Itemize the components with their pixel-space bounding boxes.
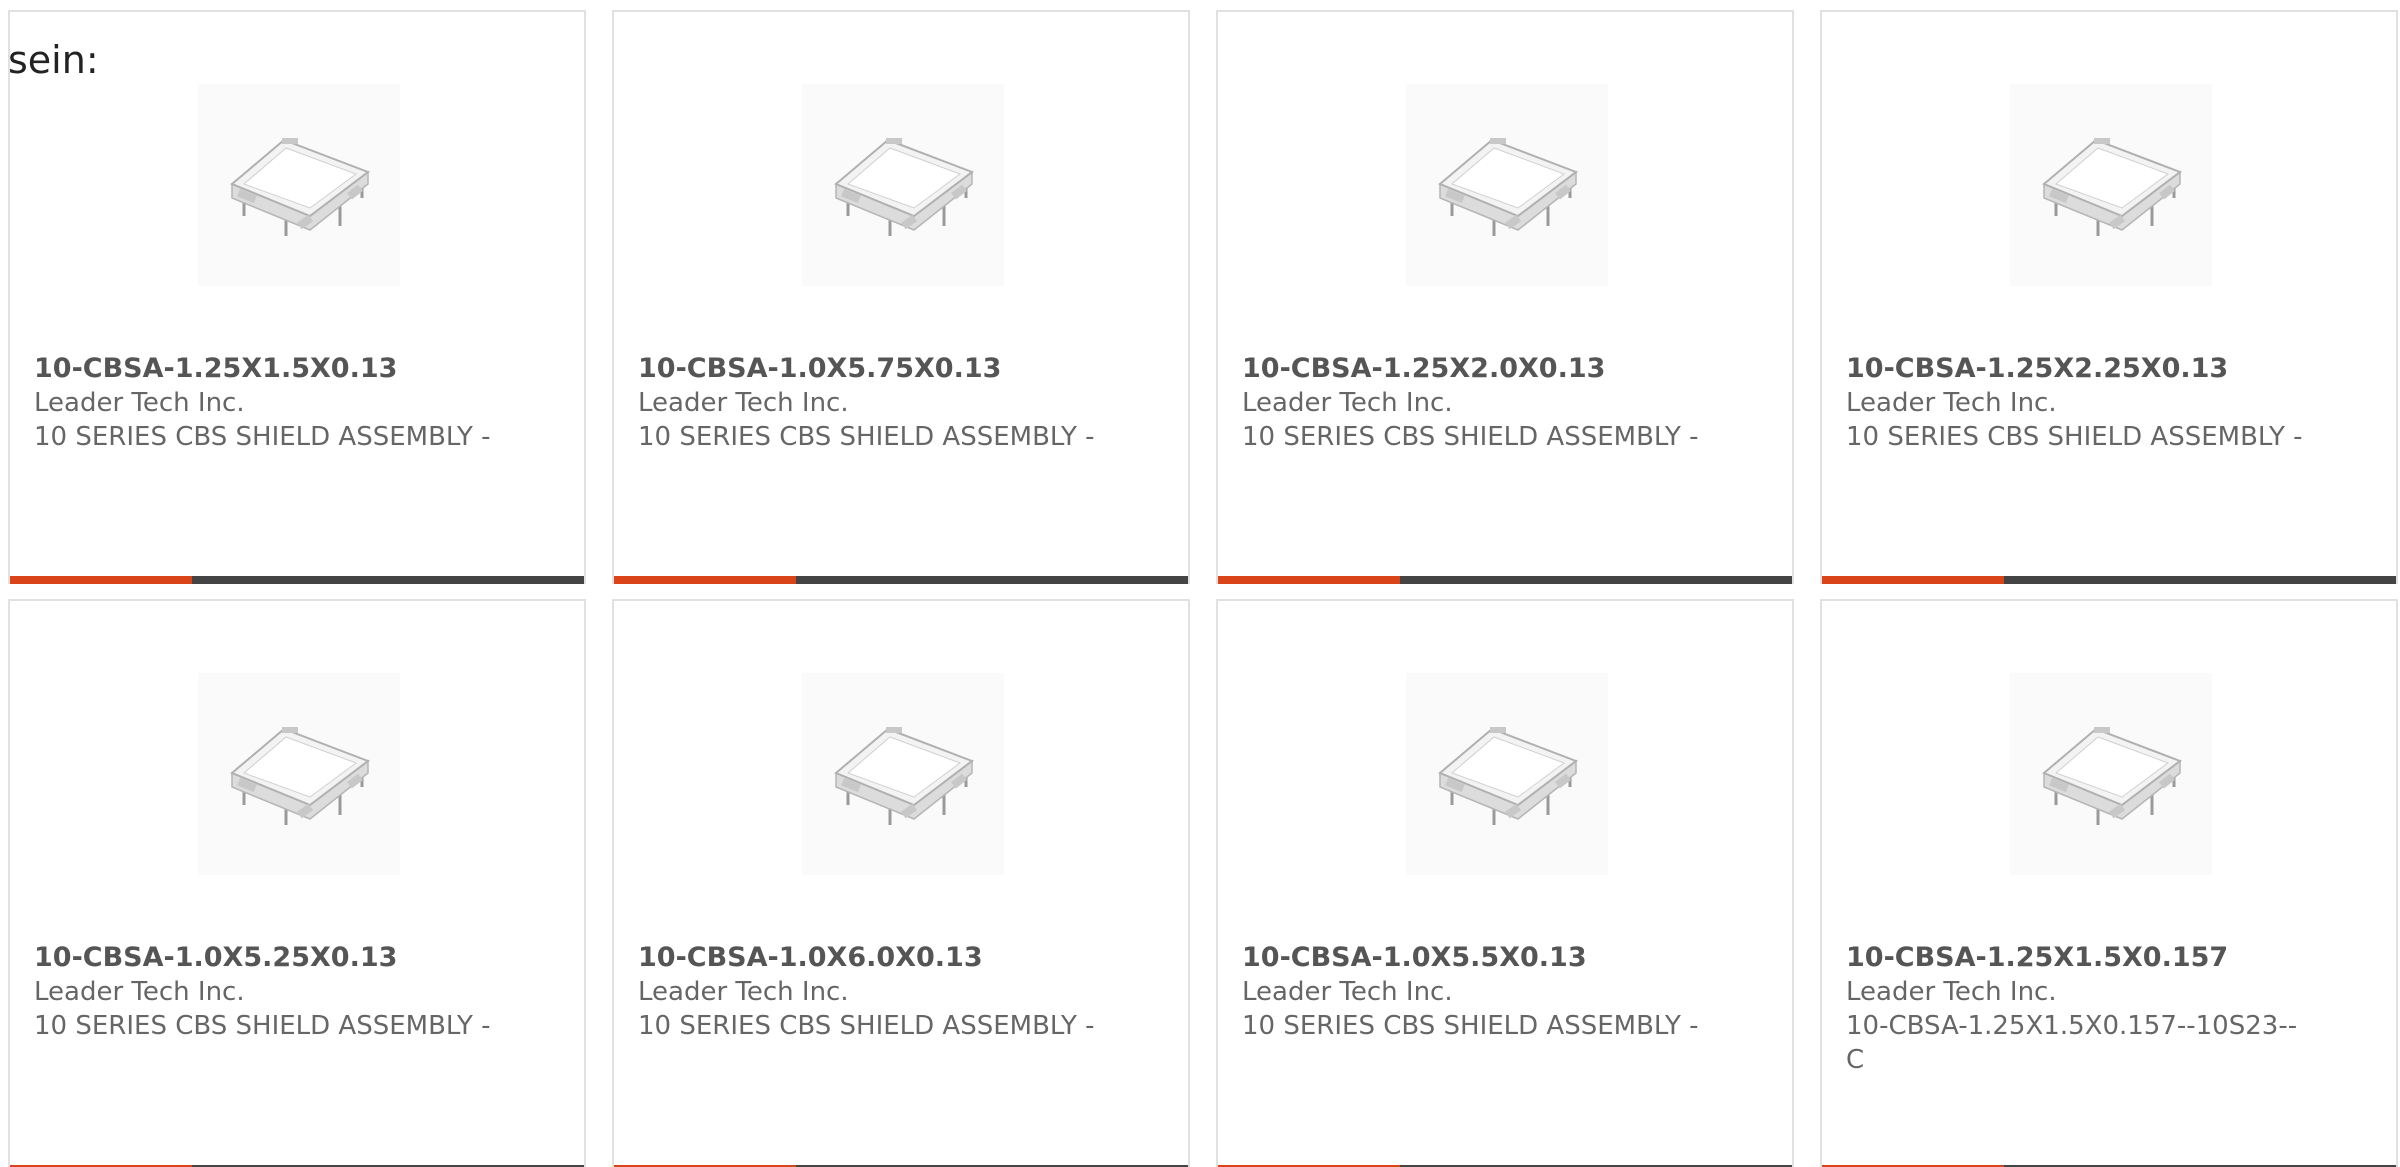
- manufacturer-name: Leader Tech Inc.: [1846, 388, 2057, 418]
- product-card[interactable]: 10-CBSA-1.0X6.0X0.13 Leader Tech Inc. 10…: [612, 599, 1190, 1167]
- accent-segment: [10, 576, 192, 584]
- product-description: 10 SERIES CBS SHIELD ASSEMBLY -: [34, 422, 491, 452]
- manufacturer-name: Leader Tech Inc.: [638, 977, 849, 1007]
- dark-segment: [796, 576, 1188, 584]
- intro-text: sein:: [8, 38, 99, 82]
- manufacturer-name: Leader Tech Inc.: [1242, 388, 1453, 418]
- accent-segment: [1822, 576, 2004, 584]
- product-card[interactable]: 10-CBSA-1.25X1.5X0.13 Leader Tech Inc. 1…: [8, 10, 586, 584]
- shield-can-icon[interactable]: [1406, 84, 1608, 286]
- shield-can-icon[interactable]: [198, 84, 400, 286]
- product-description: 10 SERIES CBS SHIELD ASSEMBLY -: [1242, 1011, 1699, 1041]
- part-number-link[interactable]: 10-CBSA-1.0X5.25X0.13: [34, 941, 494, 975]
- part-number-link[interactable]: 10-CBSA-1.25X1.5X0.13: [34, 352, 494, 386]
- part-number-link[interactable]: 10-CBSA-1.0X5.5X0.13: [1242, 941, 1702, 975]
- part-number-link[interactable]: 10-CBSA-1.25X2.0X0.13: [1242, 352, 1702, 386]
- shield-can-icon[interactable]: [2010, 673, 2212, 875]
- part-number-link[interactable]: 10-CBSA-1.25X1.5X0.157: [1846, 941, 2306, 975]
- product-info: 10-CBSA-1.25X1.5X0.13 Leader Tech Inc. 1…: [34, 352, 494, 454]
- dark-segment: [1400, 576, 1792, 584]
- product-description: 10 SERIES CBS SHIELD ASSEMBLY -: [638, 1011, 1095, 1041]
- accent-segment: [1218, 576, 1400, 584]
- shield-can-icon[interactable]: [802, 84, 1004, 286]
- manufacturer-name: Leader Tech Inc.: [34, 977, 245, 1007]
- shield-can-icon[interactable]: [2010, 84, 2212, 286]
- product-description: 10 SERIES CBS SHIELD ASSEMBLY -: [1242, 422, 1699, 452]
- product-description: 10 SERIES CBS SHIELD ASSEMBLY -: [1846, 422, 2303, 452]
- product-info: 10-CBSA-1.0X5.75X0.13 Leader Tech Inc. 1…: [638, 352, 1098, 454]
- card-accent-bar: [614, 576, 1188, 584]
- dark-segment: [2004, 576, 2396, 584]
- manufacturer-name: Leader Tech Inc.: [34, 388, 245, 418]
- product-card[interactable]: 10-CBSA-1.25X2.25X0.13 Leader Tech Inc. …: [1820, 10, 2398, 584]
- product-info: 10-CBSA-1.25X2.0X0.13 Leader Tech Inc. 1…: [1242, 352, 1702, 454]
- product-card[interactable]: 10-CBSA-1.0X5.75X0.13 Leader Tech Inc. 1…: [612, 10, 1190, 584]
- card-accent-bar: [1822, 576, 2396, 584]
- product-card[interactable]: 10-CBSA-1.25X1.5X0.157 Leader Tech Inc. …: [1820, 599, 2398, 1167]
- product-card[interactable]: 10-CBSA-1.0X5.5X0.13 Leader Tech Inc. 10…: [1216, 599, 1794, 1167]
- shield-can-icon[interactable]: [1406, 673, 1608, 875]
- part-number-link[interactable]: 10-CBSA-1.0X6.0X0.13: [638, 941, 1098, 975]
- shield-can-icon[interactable]: [198, 673, 400, 875]
- product-info: 10-CBSA-1.25X1.5X0.157 Leader Tech Inc. …: [1846, 941, 2306, 1077]
- product-info: 10-CBSA-1.0X6.0X0.13 Leader Tech Inc. 10…: [638, 941, 1098, 1043]
- product-description: 10-CBSA-1.25X1.5X0.157--10S23--C: [1846, 1011, 2298, 1075]
- part-number-link[interactable]: 10-CBSA-1.0X5.75X0.13: [638, 352, 1098, 386]
- product-description: 10 SERIES CBS SHIELD ASSEMBLY -: [34, 1011, 491, 1041]
- product-card[interactable]: 10-CBSA-1.25X2.0X0.13 Leader Tech Inc. 1…: [1216, 10, 1794, 584]
- manufacturer-name: Leader Tech Inc.: [638, 388, 849, 418]
- product-info: 10-CBSA-1.25X2.25X0.13 Leader Tech Inc. …: [1846, 352, 2306, 454]
- dark-segment: [192, 576, 584, 584]
- product-card[interactable]: 10-CBSA-1.0X5.25X0.13 Leader Tech Inc. 1…: [8, 599, 586, 1167]
- manufacturer-name: Leader Tech Inc.: [1846, 977, 2057, 1007]
- card-accent-bar: [1218, 576, 1792, 584]
- product-grid: 10-CBSA-1.25X1.5X0.13 Leader Tech Inc. 1…: [8, 10, 2400, 1167]
- card-accent-bar: [10, 576, 584, 584]
- manufacturer-name: Leader Tech Inc.: [1242, 977, 1453, 1007]
- product-description: 10 SERIES CBS SHIELD ASSEMBLY -: [638, 422, 1095, 452]
- product-info: 10-CBSA-1.0X5.5X0.13 Leader Tech Inc. 10…: [1242, 941, 1702, 1043]
- part-number-link[interactable]: 10-CBSA-1.25X2.25X0.13: [1846, 352, 2306, 386]
- shield-can-icon[interactable]: [802, 673, 1004, 875]
- accent-segment: [614, 576, 796, 584]
- product-grid-page: sein: 10-CBSA-1.25X1.5X0.13 Leader Tech …: [0, 0, 2400, 1167]
- product-info: 10-CBSA-1.0X5.25X0.13 Leader Tech Inc. 1…: [34, 941, 494, 1043]
